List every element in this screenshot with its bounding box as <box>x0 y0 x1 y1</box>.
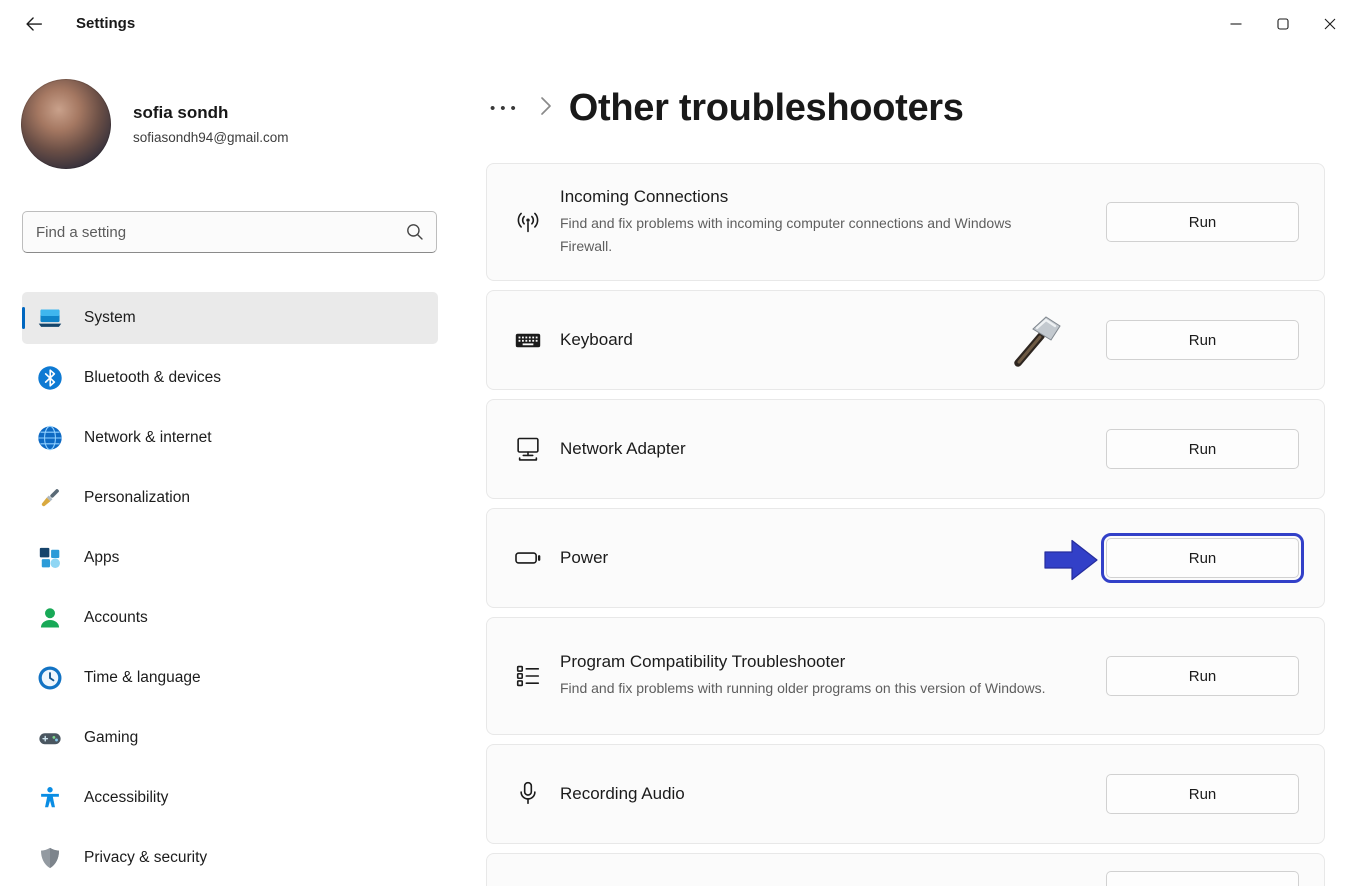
window-controls <box>1212 0 1353 48</box>
battery-icon <box>513 543 543 573</box>
keyboard-icon <box>513 325 543 355</box>
microphone-icon <box>513 779 543 809</box>
sidebar-item-bluetooth-devices[interactable]: Bluetooth & devices <box>22 352 438 404</box>
search-input[interactable] <box>22 211 437 253</box>
sidebar-item-label: Privacy & security <box>84 849 207 867</box>
back-button[interactable] <box>16 11 52 39</box>
user-email: sofiasondh94@gmail.com <box>133 130 289 145</box>
run-button-partial[interactable] <box>1106 871 1299 886</box>
sidebar-item-system[interactable]: System <box>22 292 438 344</box>
page-title: Other troubleshooters <box>569 87 964 130</box>
card-recording-audio: Recording Audio Run <box>486 744 1325 844</box>
sidebar-item-network-internet[interactable]: Network & internet <box>22 412 438 464</box>
program-list-icon <box>513 661 543 691</box>
apps-icon <box>37 545 63 571</box>
minimize-button[interactable] <box>1212 0 1259 48</box>
sidebar-item-personalization[interactable]: Personalization <box>22 472 438 524</box>
user-avatar <box>21 79 111 169</box>
breadcrumb-overflow-button[interactable]: ••• <box>488 94 523 123</box>
card-incoming-connections: Incoming Connections Find and fix proble… <box>486 163 1325 281</box>
paintbrush-icon <box>37 485 63 511</box>
bluetooth-icon <box>37 365 63 391</box>
back-arrow-icon <box>23 13 45 38</box>
sidebar-item-time-language[interactable]: Time & language <box>22 652 438 704</box>
run-button-recording-audio[interactable]: Run <box>1106 774 1299 814</box>
titlebar: Settings <box>0 0 1353 48</box>
globe-icon <box>37 425 63 451</box>
sidebar-item-apps[interactable]: Apps <box>22 532 438 584</box>
page-header: ••• Other troubleshooters <box>488 84 964 132</box>
close-button[interactable] <box>1306 0 1353 48</box>
sidebar-item-accounts[interactable]: Accounts <box>22 592 438 644</box>
card-keyboard: Keyboard Run <box>486 290 1325 390</box>
window-title: Settings <box>76 15 135 32</box>
run-button-keyboard[interactable]: Run <box>1106 320 1299 360</box>
card-partial-cutoff <box>486 853 1325 886</box>
card-power: Power Run <box>486 508 1325 608</box>
incoming-connections-icon <box>513 207 543 237</box>
troubleshooter-list: Incoming Connections Find and fix proble… <box>486 163 1325 886</box>
maximize-button[interactable] <box>1259 0 1306 48</box>
search-box <box>22 211 437 253</box>
person-icon <box>37 605 63 631</box>
shield-icon <box>37 845 63 871</box>
troubleshooter-name: Recording Audio <box>560 784 1096 804</box>
sidebar-item-label: Time & language <box>84 669 201 687</box>
system-icon <box>37 305 63 331</box>
run-button-program-compatibility[interactable]: Run <box>1106 656 1299 696</box>
sidebar-item-label: Network & internet <box>84 429 212 447</box>
sidebar-item-label: Personalization <box>84 489 190 507</box>
card-program-compatibility: Program Compatibility Troubleshooter Fin… <box>486 617 1325 735</box>
gamepad-icon <box>37 725 63 751</box>
sidebar-item-label: Accessibility <box>84 789 168 807</box>
sidebar-item-label: Gaming <box>84 729 138 747</box>
run-button-power[interactable]: Run <box>1106 538 1299 578</box>
sidebar: sofia sondh sofiasondh94@gmail.com Syste… <box>0 48 462 886</box>
sidebar-item-label: Accounts <box>84 609 148 627</box>
chevron-right-icon <box>540 95 552 122</box>
user-profile: sofia sondh sofiasondh94@gmail.com <box>21 79 289 169</box>
sidebar-item-gaming[interactable]: Gaming <box>22 712 438 764</box>
run-button-network-adapter[interactable]: Run <box>1106 429 1299 469</box>
sidebar-item-label: Bluetooth & devices <box>84 369 221 387</box>
troubleshooter-name: Keyboard <box>560 330 1096 350</box>
clock-icon <box>37 665 63 691</box>
sidebar-nav: System Bluetooth & devices Network & int… <box>22 292 438 886</box>
sidebar-item-label: System <box>84 309 136 327</box>
troubleshooter-name: Power <box>560 548 1096 568</box>
user-name: sofia sondh <box>133 103 289 123</box>
sidebar-item-accessibility[interactable]: Accessibility <box>22 772 438 824</box>
run-button-incoming-connections[interactable]: Run <box>1106 202 1299 242</box>
accessibility-person-icon <box>37 785 63 811</box>
troubleshooter-description: Find and fix problems with running older… <box>560 677 1052 700</box>
troubleshooter-description: Find and fix problems with incoming comp… <box>560 212 1052 257</box>
troubleshooter-name: Program Compatibility Troubleshooter <box>560 652 1096 672</box>
card-network-adapter: Network Adapter Run <box>486 399 1325 499</box>
troubleshooter-name: Network Adapter <box>560 439 1096 459</box>
troubleshooter-name: Incoming Connections <box>560 187 1096 207</box>
sidebar-item-label: Apps <box>84 549 119 567</box>
sidebar-item-privacy-security[interactable]: Privacy & security <box>22 832 438 884</box>
network-adapter-icon <box>513 434 543 464</box>
